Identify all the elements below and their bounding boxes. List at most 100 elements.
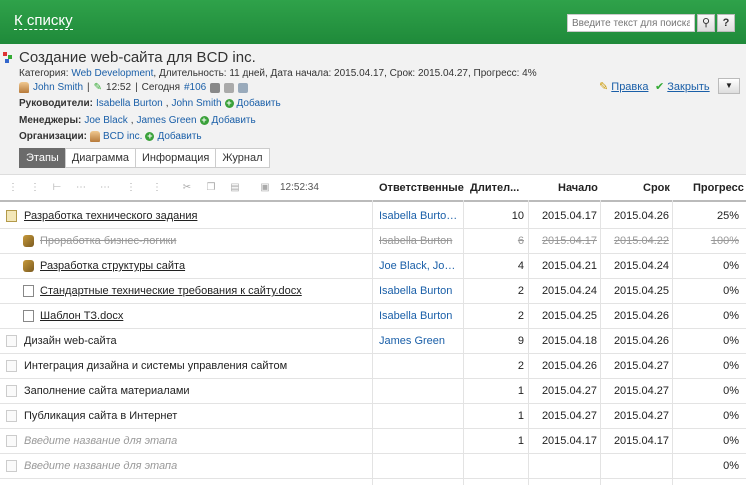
progress: 0% (723, 310, 739, 322)
column-header-responsible[interactable]: Ответственные (379, 182, 464, 194)
add-org-link[interactable]: Добавить (157, 131, 201, 142)
edit-action[interactable]: ✎ Правка (599, 80, 648, 93)
table-row[interactable]: Дизайн web-сайта James Green 9 2015.04.1… (0, 328, 746, 354)
responsible[interactable]: James Green (379, 335, 461, 347)
stage-icon (6, 360, 17, 372)
clock-icon: ✎ (93, 82, 103, 93)
actions-dropdown-button[interactable]: ▼ (718, 78, 740, 94)
tab-info[interactable]: Информация (135, 148, 217, 168)
move-down-icon[interactable]: ⋮ (126, 183, 136, 193)
column-divider (463, 200, 464, 485)
link-icon[interactable]: ⋯ (76, 183, 86, 193)
copy-icon[interactable] (224, 82, 235, 93)
column-header-progress[interactable]: Прогресс (693, 182, 744, 194)
export-icon[interactable] (238, 82, 249, 93)
move-icon[interactable]: ⋮ (152, 183, 162, 193)
search-button[interactable]: ⚲ (697, 14, 715, 32)
deadline: 2015.04.22 (613, 235, 669, 247)
comma: , (130, 115, 134, 126)
table-row[interactable]: Разработка технического задания Isabella… (0, 203, 746, 229)
save-icon[interactable]: ▣ (260, 183, 270, 193)
duration: 4 (517, 260, 524, 272)
column-divider (600, 200, 601, 485)
duration: 2 (517, 285, 524, 297)
today-label: Сегодня (141, 82, 180, 93)
orgs-label: Организации: (19, 131, 87, 142)
column-header-start[interactable]: Начало (558, 182, 598, 194)
owner-link[interactable]: John Smith (33, 82, 83, 93)
stage-name[interactable]: Стандартные технические требования к сай… (40, 285, 380, 297)
table-row[interactable]: Шаблон ТЗ.docx Isabella Burton 2 2015.04… (0, 303, 746, 329)
unlink-icon[interactable]: ⋯ (100, 183, 110, 193)
column-header-duration[interactable]: Длител... (470, 182, 519, 194)
leader-link[interactable]: Isabella Burton (96, 98, 163, 109)
edit-link[interactable]: Правка (611, 81, 648, 93)
org-link[interactable]: BCD inc. (103, 131, 142, 142)
responsible[interactable]: Joe Black, John... (379, 260, 461, 272)
responsible[interactable]: Isabella Burton (379, 285, 461, 297)
tab-journal[interactable]: Журнал (215, 148, 270, 168)
stage-icon (6, 460, 17, 472)
chevron-down-icon: ▼ (725, 81, 733, 90)
insert-icon[interactable]: ⋮ (30, 183, 40, 193)
project-icon (3, 52, 12, 63)
responsible[interactable]: Isabella Burton,... (379, 210, 461, 222)
category-link[interactable]: Web Development (71, 68, 153, 79)
add-manager-link[interactable]: Добавить (212, 115, 256, 126)
table-row[interactable]: Стандартные технические требования к сай… (0, 278, 746, 304)
duration: 1 (517, 435, 524, 447)
copy-icon[interactable]: ❐ (206, 183, 216, 193)
back-to-list-link[interactable]: К списку (14, 12, 73, 30)
responsible[interactable]: Isabella Burton (379, 310, 461, 322)
progress: 0% (723, 410, 739, 422)
tab-stages[interactable]: Этапы (19, 148, 66, 168)
stage-icon (6, 435, 17, 447)
indent-icon[interactable]: ⊢ (52, 183, 62, 193)
progress: 0% (723, 385, 739, 397)
table-row[interactable]: Разработка структуры сайта Joe Black, Jo… (0, 253, 746, 279)
stage-name[interactable]: Проработка бизнес-логики (40, 235, 380, 247)
manager-link[interactable]: James Green (136, 115, 196, 126)
help-button[interactable]: ? (717, 14, 735, 32)
cut-icon[interactable]: ✂ (182, 183, 192, 193)
leader-link[interactable]: John Smith (172, 98, 222, 109)
table-row[interactable]: Интеграция дизайна и системы управления … (0, 353, 746, 379)
column-header-deadline[interactable]: Срок (643, 182, 670, 194)
table-row[interactable]: Введите название для этапа 1 2015.04.17 … (0, 428, 746, 454)
deadline: 2015.04.25 (613, 285, 669, 297)
stage-name[interactable]: Разработка структуры сайта (40, 260, 380, 272)
responsible[interactable]: Isabella Burton (379, 235, 461, 247)
tab-diagram[interactable]: Диаграмма (64, 148, 137, 168)
table-row[interactable]: Введите название для этапа 0% (0, 453, 746, 479)
add-icon: + (145, 131, 155, 141)
table-row[interactable]: Публикация сайта в Интернет 1 2015.04.27… (0, 403, 746, 429)
start-date: 2015.04.25 (541, 310, 597, 322)
pencil-icon: ✎ (599, 81, 609, 93)
stage-name[interactable]: Публикация сайта в Интернет (24, 410, 364, 422)
progress: 100% (710, 235, 739, 247)
table-row[interactable]: Заполнение сайта материалами 1 2015.04.2… (0, 378, 746, 404)
new-stage-input[interactable]: Введите название для этапа (24, 460, 364, 472)
document-icon (23, 285, 34, 297)
manager-link[interactable]: Joe Black (84, 115, 127, 126)
stage-name[interactable]: Интеграция дизайна и системы управления … (24, 360, 364, 372)
table-row[interactable]: Проработка бизнес-логики Isabella Burton… (0, 228, 746, 254)
start-date: 2015.04.24 (541, 285, 597, 297)
search-input[interactable] (567, 14, 695, 32)
add-leader-link[interactable]: Добавить (237, 98, 281, 109)
paste-icon[interactable]: ▤ (230, 183, 240, 193)
project-number-link[interactable]: #106 (184, 82, 206, 93)
stage-name[interactable]: Шаблон ТЗ.docx (40, 310, 380, 322)
close-action[interactable]: ✔ Закрыть (655, 80, 710, 93)
print-icon[interactable] (210, 82, 221, 93)
duration: 2 (517, 360, 524, 372)
new-stage-input[interactable]: Введите название для этапа (24, 435, 364, 447)
stage-name[interactable]: Заполнение сайта материалами (24, 385, 364, 397)
stage-name[interactable]: Разработка технического задания (24, 210, 364, 222)
stage-name[interactable]: Дизайн web-сайта (24, 335, 364, 347)
close-link[interactable]: Закрыть (667, 81, 709, 93)
managers-row: Менеджеры: Joe Black, James Green + Доба… (19, 115, 256, 126)
move-up-icon[interactable]: ⋮ (8, 183, 18, 193)
deadline: 2015.04.26 (613, 210, 669, 222)
project-meta: Категория: Web Development, Длительность… (19, 68, 537, 79)
